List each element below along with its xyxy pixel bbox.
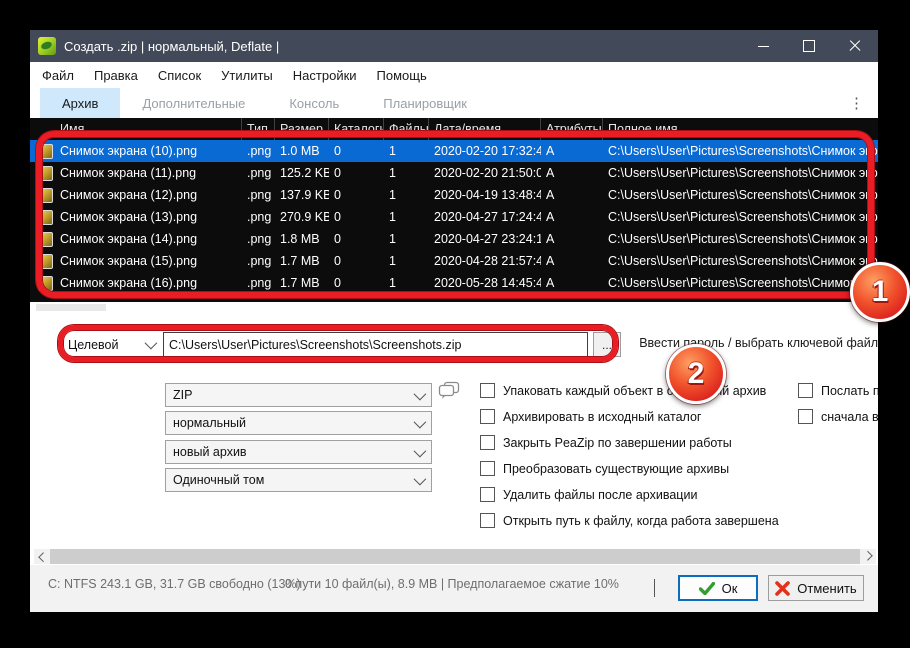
x-icon	[775, 581, 790, 596]
cancel-button-label: Отменить	[797, 581, 856, 596]
tab-scheduler[interactable]: Планировщик	[361, 88, 489, 118]
checkbox-option[interactable]: сначала в Т	[798, 409, 878, 424]
checkbox-label: Удалить файлы после архивации	[503, 488, 697, 502]
select-volume-value: Одиночный том	[173, 473, 264, 487]
tab-advanced[interactable]: Дополнительные	[120, 88, 267, 118]
checkbox-option[interactable]: Удалить файлы после архивации	[480, 487, 697, 502]
checkbox-option[interactable]: Преобразовать существующие архивы	[480, 461, 729, 476]
vertical-ellipsis-icon: ⋮	[849, 94, 864, 112]
chevron-down-icon	[654, 579, 655, 597]
chevron-right-icon	[862, 551, 872, 561]
maximize-icon	[803, 40, 815, 52]
menu-item-edit[interactable]: Правка	[84, 62, 148, 88]
checkbox-box	[798, 409, 813, 424]
checkbox-option[interactable]: Открыть путь к файлу, когда работа завер…	[480, 513, 779, 528]
scroll-left-button[interactable]	[34, 549, 50, 564]
checkbox-label: Закрыть PeaZip по завершении работы	[503, 436, 732, 450]
checkbox-label: Преобразовать существующие архивы	[503, 462, 729, 476]
maximize-button[interactable]	[786, 30, 832, 62]
checkbox-box	[480, 435, 495, 450]
select-mode-value: новый архив	[173, 445, 247, 459]
chevron-down-icon	[414, 415, 427, 428]
password-link[interactable]: Ввести пароль / выбрать ключевой файл	[632, 335, 878, 350]
select-format[interactable]: ZIP	[165, 383, 432, 407]
menu-bar: ФайлПравкаСписокУтилитыНастройкиПомощь	[30, 62, 878, 88]
select-format-value: ZIP	[173, 388, 192, 402]
checkbox-label: Упаковать каждый объект в отдельный архи…	[503, 384, 766, 398]
peazip-window: Создать .zip | нормальный, Deflate | Фай…	[30, 30, 878, 612]
tabs-holder: АрхивДополнительныеКонсольПланировщик	[30, 88, 489, 118]
checkbox-option[interactable]: Закрыть PeaZip по завершении работы	[480, 435, 732, 450]
ok-button-label: Ок	[722, 581, 738, 596]
annotation-badge-2: 2	[666, 344, 726, 404]
archive-status: 0 пути 10 файл(ы), 8.9 MB | Предполагаем…	[285, 577, 619, 591]
tab-console[interactable]: Консоль	[267, 88, 361, 118]
menu-item-settings[interactable]: Настройки	[283, 62, 367, 88]
check-icon	[699, 582, 715, 595]
checkbox-box	[480, 409, 495, 424]
menu-item-list[interactable]: Список	[148, 62, 211, 88]
select-mode[interactable]: новый архив	[165, 440, 432, 464]
scroll-right-button[interactable]	[860, 549, 876, 564]
chevron-down-icon	[414, 387, 427, 400]
minimize-button[interactable]	[740, 30, 786, 62]
title-bar: Создать .zip | нормальный, Deflate |	[30, 30, 878, 62]
checkbox-box	[798, 383, 813, 398]
menu-item-utils[interactable]: Утилиты	[211, 62, 283, 88]
tab-archive[interactable]: Архив	[40, 88, 120, 118]
checkbox-label: Открыть путь к файлу, когда работа завер…	[503, 514, 779, 528]
checkbox-label: Архивировать в исходный каталог	[503, 410, 701, 424]
ok-button[interactable]: Ок	[678, 575, 758, 601]
list-scrollbar-fragment[interactable]	[36, 304, 106, 311]
annotation-rect-1	[36, 131, 874, 298]
menu-item-file[interactable]: Файл	[32, 62, 84, 88]
checkbox-option[interactable]: Послать по	[798, 383, 878, 398]
checkbox-box	[480, 513, 495, 528]
window-title: Создать .zip | нормальный, Deflate |	[64, 39, 740, 54]
cancel-button[interactable]: Отменить	[768, 575, 864, 601]
checkbox-box	[480, 487, 495, 502]
menu-item-help[interactable]: Помощь	[367, 62, 437, 88]
select-level[interactable]: нормальный	[165, 411, 432, 435]
comment-bubble-icon[interactable]	[438, 381, 460, 405]
checkbox-box	[480, 461, 495, 476]
status-expand-button[interactable]	[654, 579, 655, 597]
chevron-down-icon	[414, 472, 427, 485]
tab-bar: АрхивДополнительныеКонсольПланировщик ⋮	[30, 88, 878, 119]
checkbox-label: Послать по	[821, 384, 878, 398]
annotation-rect-2	[58, 325, 618, 362]
close-icon	[849, 40, 861, 52]
password-link-label: Ввести пароль / выбрать ключевой файл	[639, 336, 878, 350]
tab-overflow-button[interactable]: ⋮	[835, 88, 878, 118]
disk-status: C: NTFS 243.1 GB, 31.7 GB свободно (13%)	[48, 577, 301, 591]
scrollbar-thumb[interactable]	[50, 549, 860, 564]
horizontal-scrollbar[interactable]	[34, 549, 876, 564]
select-level-value: нормальный	[173, 416, 246, 430]
checkbox-label: сначала в Т	[821, 410, 878, 424]
chevron-down-icon	[414, 444, 427, 457]
checkbox-box	[480, 383, 495, 398]
close-button[interactable]	[832, 30, 878, 62]
minimize-icon	[758, 46, 769, 47]
chevron-left-icon	[38, 552, 48, 562]
select-volume[interactable]: Одиночный том	[165, 468, 432, 492]
checkbox-option[interactable]: Архивировать в исходный каталог	[480, 409, 701, 424]
peazip-app-icon	[38, 37, 56, 55]
annotation-badge-1: 1	[850, 262, 910, 322]
